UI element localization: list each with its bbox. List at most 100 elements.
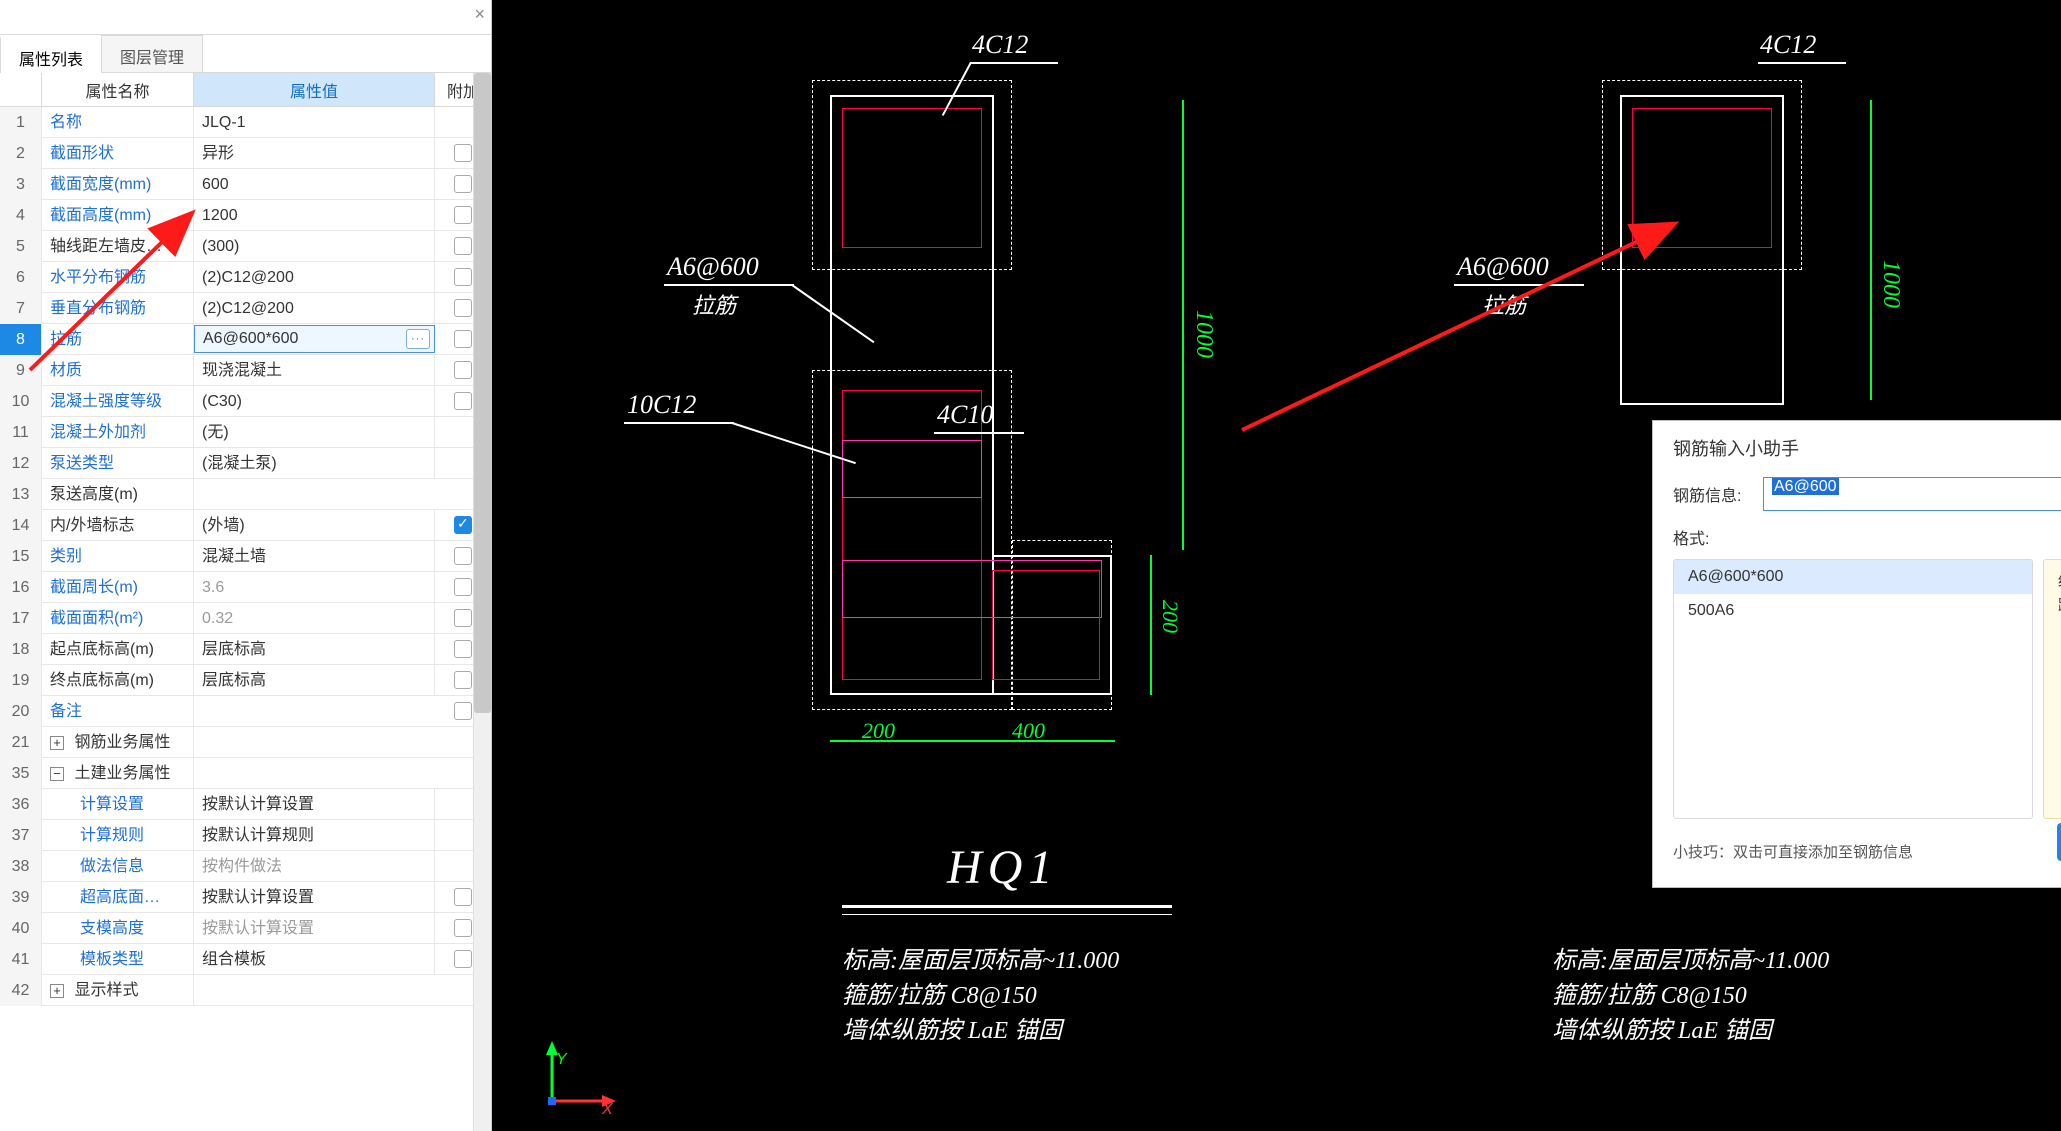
prop-name[interactable]: 超高底面… <box>42 882 194 913</box>
prop-name[interactable]: 截面周长(m) <box>42 572 194 603</box>
table-row[interactable]: 2截面形状异形 <box>0 138 491 169</box>
table-row[interactable]: 8拉筋A6@600*600··· <box>0 324 491 355</box>
table-row[interactable]: 18起点底标高(m)层底标高 <box>0 634 491 665</box>
prop-name[interactable]: − 土建业务属性 <box>42 758 194 789</box>
prop-value[interactable]: 600 <box>194 169 435 200</box>
prop-value[interactable]: 按默认计算规则 <box>194 820 435 851</box>
prop-value[interactable]: 现浇混凝土 <box>194 355 435 386</box>
prop-value[interactable]: 混凝土墙 <box>194 541 435 572</box>
prop-name[interactable]: 名称 <box>42 107 194 138</box>
checkbox[interactable] <box>454 516 472 534</box>
prop-value[interactable]: (外墙) <box>194 510 435 541</box>
checkbox[interactable] <box>454 671 472 689</box>
ok-button[interactable]: 确定 <box>2057 823 2061 861</box>
table-row[interactable]: 10混凝土强度等级(C30) <box>0 386 491 417</box>
prop-value[interactable]: 按默认计算设置 <box>194 789 435 820</box>
prop-name[interactable]: 计算规则 <box>42 820 194 851</box>
prop-name[interactable]: 拉筋 <box>42 324 194 355</box>
cad-canvas[interactable]: 4C12 A6@600 拉筋 10C12 4C10 1000 200 200 4… <box>492 0 2061 1131</box>
table-row[interactable]: 11混凝土外加剂(无) <box>0 417 491 448</box>
prop-value[interactable]: 异形 <box>194 138 435 169</box>
table-row[interactable]: 39超高底面…按默认计算设置 <box>0 882 491 913</box>
prop-value[interactable]: 按构件做法 <box>194 851 435 882</box>
tab-layers[interactable]: 图层管理 <box>101 35 203 72</box>
checkbox[interactable] <box>454 206 472 224</box>
col-name[interactable]: 属性名称 <box>42 73 194 106</box>
table-row[interactable]: 38做法信息按构件做法 <box>0 851 491 882</box>
table-row[interactable]: 40支模高度按默认计算设置 <box>0 913 491 944</box>
rebar-info-input[interactable]: A6@600 <box>1763 477 2061 511</box>
table-row[interactable]: 21+ 钢筋业务属性 <box>0 727 491 758</box>
checkbox[interactable] <box>454 547 472 565</box>
table-row[interactable]: 42+ 显示样式 <box>0 975 491 1006</box>
prop-name[interactable]: 泵送高度(m) <box>42 479 194 510</box>
checkbox[interactable] <box>454 361 472 379</box>
table-row[interactable]: 19终点底标高(m)层底标高 <box>0 665 491 696</box>
checkbox[interactable] <box>454 392 472 410</box>
grid-body[interactable]: 1名称JLQ-12截面形状异形3截面宽度(mm)6004截面高度(mm)1200… <box>0 107 491 1131</box>
expand-icon[interactable]: + <box>50 984 64 998</box>
prop-value[interactable]: (300) <box>194 231 435 262</box>
collapse-icon[interactable]: − <box>50 767 64 781</box>
checkbox[interactable] <box>454 237 472 255</box>
scrollbar[interactable] <box>473 73 491 1131</box>
checkbox[interactable] <box>454 888 472 906</box>
table-row[interactable]: 12泵送类型(混凝土泵) <box>0 448 491 479</box>
prop-name[interactable]: 垂直分布钢筋 <box>42 293 194 324</box>
table-row[interactable]: 17截面面积(m²)0.32 <box>0 603 491 634</box>
table-row[interactable]: 7垂直分布钢筋(2)C12@200 <box>0 293 491 324</box>
prop-name[interactable]: + 钢筋业务属性 <box>42 727 194 758</box>
prop-name[interactable]: 备注 <box>42 696 194 727</box>
prop-value[interactable]: (无) <box>194 417 435 448</box>
prop-name[interactable]: + 显示样式 <box>42 975 194 1006</box>
checkbox[interactable] <box>454 175 472 193</box>
table-row[interactable]: 3截面宽度(mm)600 <box>0 169 491 200</box>
prop-name[interactable]: 做法信息 <box>42 851 194 882</box>
prop-name[interactable]: 材质 <box>42 355 194 386</box>
prop-value[interactable]: 层底标高 <box>194 634 435 665</box>
table-row[interactable]: 9材质现浇混凝土 <box>0 355 491 386</box>
prop-value[interactable]: 0.32 <box>194 603 435 634</box>
prop-name[interactable]: 计算设置 <box>42 789 194 820</box>
table-row[interactable]: 14内/外墙标志(外墙) <box>0 510 491 541</box>
prop-value[interactable]: A6@600*600··· <box>194 325 435 353</box>
close-icon[interactable]: × <box>474 4 485 25</box>
prop-name[interactable]: 类别 <box>42 541 194 572</box>
checkbox[interactable] <box>454 702 472 720</box>
prop-name[interactable]: 截面高度(mm) <box>42 200 194 231</box>
prop-value[interactable]: 3.6 <box>194 572 435 603</box>
checkbox[interactable] <box>454 578 472 596</box>
tab-properties[interactable]: 属性列表 <box>0 36 102 73</box>
checkbox[interactable] <box>454 299 472 317</box>
prop-value[interactable]: (C30) <box>194 386 435 417</box>
list-item[interactable]: 500A6 <box>1674 594 2032 628</box>
col-value[interactable]: 属性值 <box>194 73 435 106</box>
checkbox[interactable] <box>454 144 472 162</box>
prop-value[interactable]: 组合模板 <box>194 944 435 975</box>
prop-value[interactable]: 层底标高 <box>194 665 435 696</box>
expand-icon[interactable]: + <box>50 736 64 750</box>
table-row[interactable]: 15类别混凝土墙 <box>0 541 491 572</box>
more-button[interactable]: ··· <box>406 329 430 349</box>
prop-value[interactable]: (2)C12@200 <box>194 293 435 324</box>
prop-value[interactable]: JLQ-1 <box>194 107 435 138</box>
table-row[interactable]: 13泵送高度(m) <box>0 479 491 510</box>
prop-name[interactable]: 混凝土外加剂 <box>42 417 194 448</box>
table-row[interactable]: 35− 土建业务属性 <box>0 758 491 789</box>
table-row[interactable]: 16截面周长(m)3.6 <box>0 572 491 603</box>
checkbox[interactable] <box>454 640 472 658</box>
format-list[interactable]: A6@600*600 500A6 <box>1673 559 2033 819</box>
table-row[interactable]: 5轴线距左墙皮…(300) <box>0 231 491 262</box>
table-row[interactable]: 20备注 <box>0 696 491 727</box>
prop-name[interactable]: 内/外墙标志 <box>42 510 194 541</box>
table-row[interactable]: 6水平分布钢筋(2)C12@200 <box>0 262 491 293</box>
checkbox[interactable] <box>454 268 472 286</box>
prop-name[interactable]: 混凝土强度等级 <box>42 386 194 417</box>
table-row[interactable]: 36计算设置按默认计算设置 <box>0 789 491 820</box>
checkbox[interactable] <box>454 609 472 627</box>
table-row[interactable]: 4截面高度(mm)1200 <box>0 200 491 231</box>
list-item[interactable]: A6@600*600 <box>1674 560 2032 594</box>
prop-name[interactable]: 泵送类型 <box>42 448 194 479</box>
checkbox[interactable] <box>454 330 472 348</box>
prop-name[interactable]: 截面面积(m²) <box>42 603 194 634</box>
